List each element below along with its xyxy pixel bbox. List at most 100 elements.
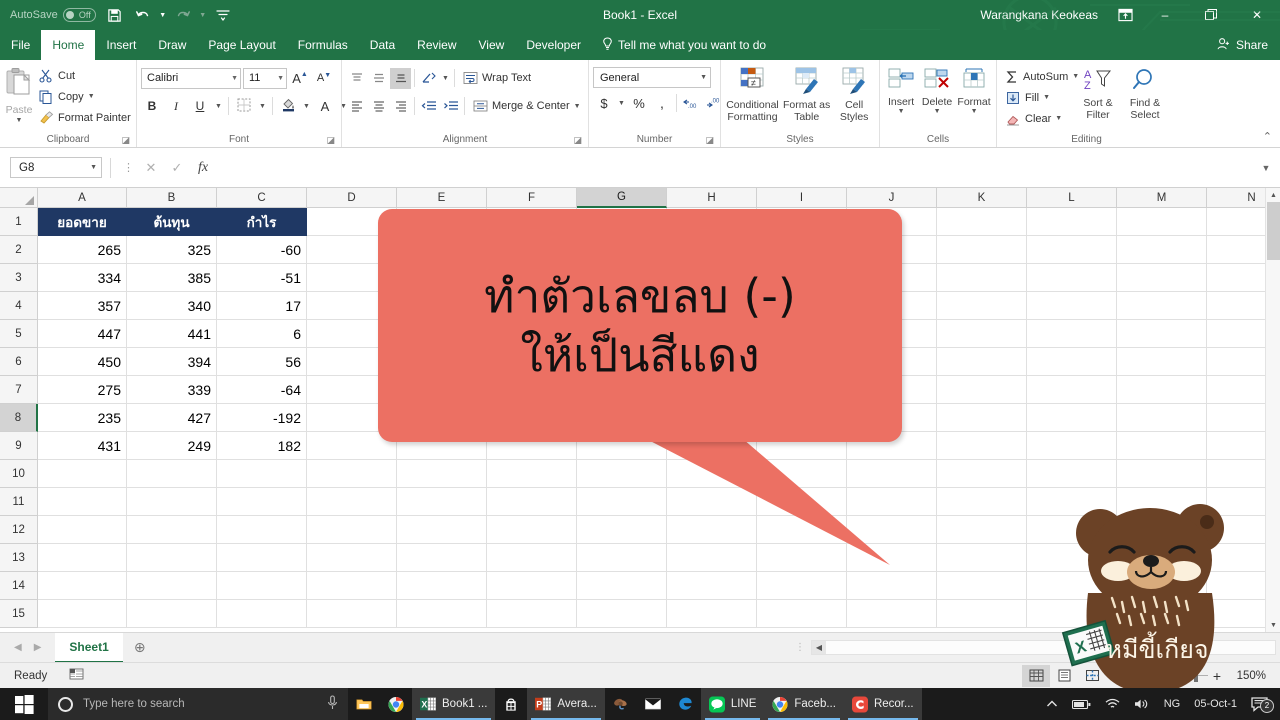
- currency-button[interactable]: $: [593, 93, 615, 114]
- cell-c6[interactable]: 56: [217, 348, 307, 376]
- cell-b13[interactable]: [127, 544, 217, 572]
- row-header-15[interactable]: 15: [0, 600, 38, 628]
- cell-m14[interactable]: [1117, 572, 1207, 600]
- microphone-icon[interactable]: [327, 695, 338, 713]
- column-header-c[interactable]: C: [217, 188, 307, 208]
- select-all-corner[interactable]: [0, 188, 38, 208]
- collapse-ribbon-icon[interactable]: ⌃: [1263, 130, 1272, 143]
- cell-k2[interactable]: [937, 236, 1027, 264]
- number-format-select[interactable]: General ▼: [593, 67, 711, 88]
- cell-l10[interactable]: [1027, 460, 1117, 488]
- cell-d14[interactable]: [307, 572, 397, 600]
- redo-dropdown-icon[interactable]: ▼: [198, 2, 208, 28]
- cell-e10[interactable]: [397, 460, 487, 488]
- row-header-7[interactable]: 7: [0, 376, 38, 404]
- percent-style-button[interactable]: %: [628, 93, 650, 114]
- cell-l11[interactable]: [1027, 488, 1117, 516]
- row-header-5[interactable]: 5: [0, 320, 38, 348]
- cell-c14[interactable]: [217, 572, 307, 600]
- zoom-in-button[interactable]: +: [1208, 668, 1226, 684]
- taskbar-item-edge[interactable]: [669, 688, 701, 720]
- align-middle-button[interactable]: [368, 68, 389, 89]
- delete-cells-button[interactable]: Delete ▼: [919, 65, 955, 115]
- cell-k7[interactable]: [937, 376, 1027, 404]
- taskbar-item-excel[interactable]: X Book1 ...: [412, 688, 496, 720]
- column-header-l[interactable]: L: [1027, 188, 1117, 208]
- column-header-i[interactable]: I: [757, 188, 847, 208]
- notification-center-icon[interactable]: 2: [1243, 696, 1276, 713]
- taskbar-search[interactable]: Type here to search: [48, 688, 348, 720]
- cancel-formula-icon[interactable]: ✕: [138, 157, 164, 179]
- cell-f14[interactable]: [487, 572, 577, 600]
- format-cells-button[interactable]: Format ▼: [956, 65, 992, 115]
- font-size-caret-icon[interactable]: ▼: [277, 75, 284, 82]
- paste-caret-icon[interactable]: ▼: [16, 117, 23, 124]
- cell-i15[interactable]: [757, 600, 847, 628]
- column-header-g[interactable]: G: [577, 188, 667, 208]
- column-header-k[interactable]: K: [937, 188, 1027, 208]
- tab-insert[interactable]: Insert: [95, 30, 147, 60]
- name-box-caret-icon[interactable]: ▼: [90, 164, 97, 171]
- cell-h14[interactable]: [667, 572, 757, 600]
- autosave-switch[interactable]: Off: [62, 8, 96, 22]
- cell-m3[interactable]: [1117, 264, 1207, 292]
- column-header-f[interactable]: F: [487, 188, 577, 208]
- format-as-table-button[interactable]: Format as Table: [782, 65, 831, 123]
- column-header-d[interactable]: D: [307, 188, 397, 208]
- cell-m1[interactable]: [1117, 208, 1207, 236]
- increase-indent-button[interactable]: [440, 96, 461, 117]
- sheet-nav-arrows[interactable]: ◀ ▶: [0, 642, 55, 653]
- find-select-button[interactable]: Find & Select: [1121, 65, 1169, 121]
- merge-center-button[interactable]: Merge & Center ▼: [468, 96, 585, 117]
- taskbar-item-facebook[interactable]: Faceb...: [764, 688, 844, 720]
- cell-l8[interactable]: [1027, 404, 1117, 432]
- cell-b11[interactable]: [127, 488, 217, 516]
- cell-m12[interactable]: [1117, 516, 1207, 544]
- clear-caret-icon[interactable]: ▼: [1055, 115, 1062, 122]
- cell-k15[interactable]: [937, 600, 1027, 628]
- cell-l2[interactable]: [1027, 236, 1117, 264]
- horizontal-scrollbar[interactable]: ◀: [811, 640, 1276, 655]
- cell-k9[interactable]: [937, 432, 1027, 460]
- tab-review[interactable]: Review: [406, 30, 467, 60]
- cell-f15[interactable]: [487, 600, 577, 628]
- close-button[interactable]: ✕: [1234, 0, 1280, 30]
- cell-d13[interactable]: [307, 544, 397, 572]
- cell-l5[interactable]: [1027, 320, 1117, 348]
- orientation-button[interactable]: [418, 68, 439, 89]
- cell-c2[interactable]: -60: [217, 236, 307, 264]
- hscroll-grip[interactable]: ⋮: [795, 642, 805, 653]
- cell-a2[interactable]: 265: [38, 236, 127, 264]
- cell-m11[interactable]: [1117, 488, 1207, 516]
- format-painter-button[interactable]: Format Painter: [34, 107, 135, 128]
- tab-page-layout[interactable]: Page Layout: [197, 30, 286, 60]
- cell-c8[interactable]: -192: [217, 404, 307, 432]
- cell-b1[interactable]: ต้นทุน: [127, 208, 217, 236]
- cell-m13[interactable]: [1117, 544, 1207, 572]
- cell-b15[interactable]: [127, 600, 217, 628]
- cell-b4[interactable]: 340: [127, 292, 217, 320]
- row-header-14[interactable]: 14: [0, 572, 38, 600]
- bold-button[interactable]: B: [141, 96, 163, 117]
- font-family-input[interactable]: Calibri ▼: [141, 67, 241, 89]
- horizontal-scroll-thumb[interactable]: [826, 641, 1275, 654]
- vertical-scrollbar[interactable]: ▲ ▼: [1265, 188, 1280, 632]
- cell-a12[interactable]: [38, 516, 127, 544]
- cell-f12[interactable]: [487, 516, 577, 544]
- column-header-b[interactable]: B: [127, 188, 217, 208]
- orientation-caret-icon[interactable]: ▼: [440, 68, 451, 89]
- accessibility-icon[interactable]: [69, 667, 84, 684]
- cell-l1[interactable]: [1027, 208, 1117, 236]
- align-left-button[interactable]: [346, 96, 367, 117]
- conditional-formatting-button[interactable]: ≠ Conditional Formatting: [725, 65, 780, 123]
- cell-l13[interactable]: [1027, 544, 1117, 572]
- cell-m15[interactable]: [1117, 600, 1207, 628]
- row-header-3[interactable]: 3: [0, 264, 38, 292]
- cell-d10[interactable]: [307, 460, 397, 488]
- tab-developer[interactable]: Developer: [515, 30, 592, 60]
- borders-button[interactable]: [233, 96, 255, 117]
- cell-g15[interactable]: [577, 600, 667, 628]
- language-indicator[interactable]: NG: [1156, 698, 1189, 710]
- page-break-view-button[interactable]: [1078, 665, 1106, 687]
- clear-button[interactable]: Clear ▼: [1001, 108, 1075, 129]
